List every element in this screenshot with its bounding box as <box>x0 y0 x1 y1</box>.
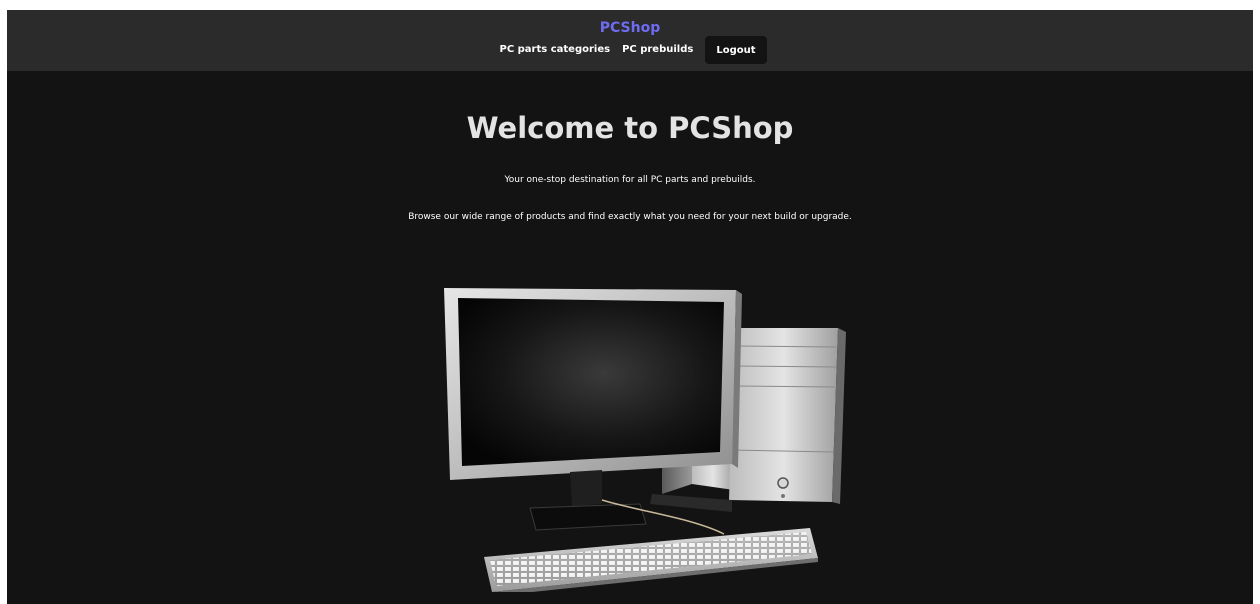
nav-link-pc-prebuilds[interactable]: PC prebuilds <box>622 44 693 56</box>
app-frame: PCShop PC parts categories PC prebuilds … <box>7 10 1253 604</box>
logout-button[interactable]: Logout <box>705 36 767 64</box>
brand-logo-link[interactable]: PCShop <box>7 20 1253 36</box>
page-title: Welcome to PCShop <box>466 111 794 145</box>
nav-links: PC parts categories PC prebuilds Logout <box>7 36 1253 64</box>
navbar: PCShop PC parts categories PC prebuilds … <box>7 10 1253 71</box>
nav-link-pc-parts-categories[interactable]: PC parts categories <box>500 44 611 56</box>
hero-description: Browse our wide range of products and fi… <box>408 212 852 222</box>
desktop-computer-illustration <box>444 288 846 592</box>
hero-tagline: Your one-stop destination for all PC par… <box>504 175 756 185</box>
